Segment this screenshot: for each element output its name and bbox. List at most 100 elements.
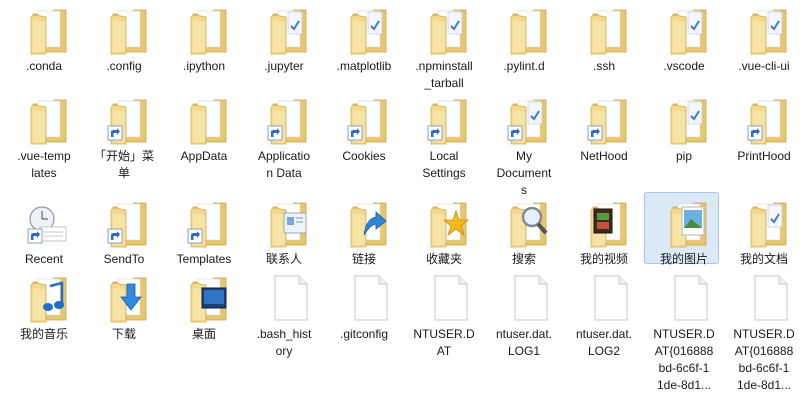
item-label: Recent bbox=[24, 252, 64, 266]
folder-item[interactable]: .vue-cli-ui bbox=[724, 2, 804, 75]
folder-item[interactable]: 下载 bbox=[84, 270, 164, 343]
folder-item[interactable]: Applicatio n Data bbox=[244, 92, 324, 182]
folder-item[interactable]: .matplotlib bbox=[324, 2, 404, 75]
folder-item[interactable]: 链接 bbox=[324, 195, 404, 268]
folder-item[interactable]: .config bbox=[84, 2, 164, 75]
folder-icon bbox=[564, 92, 644, 148]
folder-item[interactable]: NetHood bbox=[564, 92, 644, 165]
folder-icon bbox=[84, 195, 164, 251]
item-label: 下载 bbox=[111, 327, 136, 341]
folder-item[interactable]: PrintHood bbox=[724, 92, 804, 165]
doc-folder-icon bbox=[724, 2, 804, 58]
folder-icon bbox=[164, 92, 244, 148]
folder-item[interactable]: Templates bbox=[164, 195, 244, 268]
folder-icon bbox=[484, 2, 564, 58]
item-label: Templates bbox=[176, 252, 232, 266]
folder-item[interactable]: .pylint.d bbox=[484, 2, 564, 75]
folder-icon bbox=[84, 2, 164, 58]
file-icon bbox=[644, 270, 724, 326]
music-folder-icon bbox=[4, 270, 84, 326]
download-folder-icon bbox=[84, 270, 164, 326]
folder-icon bbox=[164, 195, 244, 251]
doc-folder-icon bbox=[644, 92, 724, 148]
file-item[interactable]: .gitconfig bbox=[324, 270, 404, 343]
folder-item[interactable]: SendTo bbox=[84, 195, 164, 268]
recent-clock-icon bbox=[4, 195, 84, 251]
folder-item[interactable]: 收藏夹 bbox=[404, 195, 484, 268]
folder-item[interactable]: AppData bbox=[164, 92, 244, 165]
item-label: NetHood bbox=[580, 149, 628, 163]
star-folder-icon bbox=[404, 195, 484, 251]
item-label: Local Settings bbox=[422, 149, 466, 180]
doc-folder-icon bbox=[244, 2, 324, 58]
folder-icon bbox=[4, 92, 84, 148]
folder-icon bbox=[164, 2, 244, 58]
file-item[interactable]: NTUSER.D AT{016888 bd-6c6f-1 1de-8d1... bbox=[724, 270, 804, 394]
item-label: NTUSER.D AT bbox=[413, 327, 475, 358]
folder-item[interactable]: 我的文档 bbox=[724, 195, 804, 268]
file-icon bbox=[724, 270, 804, 326]
file-item[interactable]: ntuser.dat. LOG1 bbox=[484, 270, 564, 360]
item-label: NTUSER.D AT{016888 bd-6c6f-1 1de-8d1... bbox=[733, 327, 795, 392]
folder-item[interactable]: 搜索 bbox=[484, 195, 564, 268]
doc-folder-icon bbox=[404, 2, 484, 58]
item-label: .matplotlib bbox=[336, 59, 392, 73]
item-label: My Document s bbox=[496, 149, 552, 197]
folder-item[interactable]: 我的音乐 bbox=[4, 270, 84, 343]
item-label: .ssh bbox=[592, 59, 615, 73]
item-label: .bash_hist ory bbox=[256, 327, 312, 358]
file-item[interactable]: .bash_hist ory bbox=[244, 270, 324, 360]
folder-item[interactable]: My Document s bbox=[484, 92, 564, 199]
item-label: 我的图片 bbox=[659, 252, 708, 266]
folder-item[interactable]: 「开始」菜 单 bbox=[84, 92, 164, 182]
item-label: pip bbox=[675, 149, 692, 163]
folder-icon bbox=[244, 92, 324, 148]
item-label: 桌面 bbox=[191, 327, 216, 341]
item-label: .vue-temp lates bbox=[17, 149, 71, 180]
folder-item[interactable]: Cookies bbox=[324, 92, 404, 165]
item-label: Cookies bbox=[342, 149, 386, 163]
folder-item[interactable]: .ipython bbox=[164, 2, 244, 75]
item-label: SendTo bbox=[103, 252, 145, 266]
folder-item[interactable]: .vscode bbox=[644, 2, 724, 75]
file-icon bbox=[484, 270, 564, 326]
folder-item[interactable]: 我的视频 bbox=[564, 195, 644, 268]
item-label: AppData bbox=[180, 149, 228, 163]
folder-item[interactable]: 联系人 bbox=[244, 195, 324, 268]
folder-item[interactable]: .jupyter bbox=[244, 2, 324, 75]
file-icon-grid: .conda .config .ipython .jupyter .matplotlib… bbox=[0, 0, 805, 404]
item-label: .conda bbox=[25, 59, 63, 73]
folder-item[interactable]: pip bbox=[644, 92, 724, 165]
folder-icon bbox=[564, 2, 644, 58]
file-item[interactable]: NTUSER.D AT bbox=[404, 270, 484, 360]
file-item[interactable]: ntuser.dat. LOG2 bbox=[564, 270, 644, 360]
link-arrow-folder-icon bbox=[324, 195, 404, 251]
folder-item[interactable]: .npminstall _tarball bbox=[404, 2, 484, 92]
folder-item[interactable]: 桌面 bbox=[164, 270, 244, 343]
folder-icon bbox=[404, 92, 484, 148]
folder-icon bbox=[724, 92, 804, 148]
doc-folder-icon bbox=[644, 2, 724, 58]
item-label: ntuser.dat. LOG1 bbox=[495, 327, 553, 358]
item-label: .vscode bbox=[663, 59, 705, 73]
folder-item[interactable]: .conda bbox=[4, 2, 84, 75]
folder-icon bbox=[4, 2, 84, 58]
item-label: .npminstall _tarball bbox=[415, 59, 473, 90]
item-label: 我的视频 bbox=[579, 252, 628, 266]
folder-item[interactable]: 我的图片 bbox=[644, 192, 724, 268]
folder-item[interactable]: .ssh bbox=[564, 2, 644, 75]
item-label: 联系人 bbox=[265, 252, 302, 266]
film-folder-icon bbox=[564, 195, 644, 251]
item-label: ntuser.dat. LOG2 bbox=[575, 327, 633, 358]
magnifier-folder-icon bbox=[484, 195, 564, 251]
desktop-folder-icon bbox=[164, 270, 244, 326]
item-label: .gitconfig bbox=[339, 327, 389, 341]
folder-item[interactable]: Local Settings bbox=[404, 92, 484, 182]
folder-item[interactable]: .vue-temp lates bbox=[4, 92, 84, 182]
file-item[interactable]: NTUSER.D AT{016888 bd-6c6f-1 1de-8d1... bbox=[644, 270, 724, 394]
item-label: .jupyter bbox=[264, 59, 304, 73]
doc-folder-icon bbox=[324, 2, 404, 58]
file-icon bbox=[564, 270, 644, 326]
contacts-folder-icon bbox=[244, 195, 324, 251]
folder-item[interactable]: Recent bbox=[4, 195, 84, 268]
